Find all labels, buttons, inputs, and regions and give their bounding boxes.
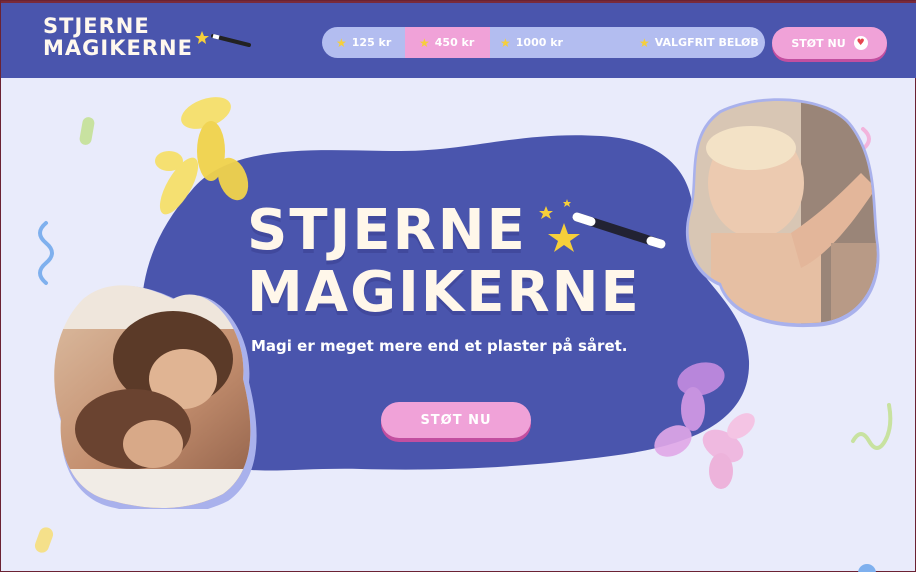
confetti-blue-dot (858, 564, 876, 572)
hero-title-line2: MAGIKERNE (247, 260, 641, 325)
confetti-green-squiggle (851, 403, 893, 450)
hero-tagline: Magi er meget mere end et plaster på sår… (251, 337, 628, 355)
photo-laughing-child (685, 98, 880, 328)
hero-title-line1: STJERNE (247, 198, 527, 263)
confetti-yellow (34, 527, 54, 553)
photo-mother-child (54, 285, 257, 509)
hero-donate-button[interactable]: STØT NU (381, 402, 531, 438)
hero-title: STJERNE MAGIKERNE (247, 201, 687, 325)
confetti-green (79, 117, 95, 145)
